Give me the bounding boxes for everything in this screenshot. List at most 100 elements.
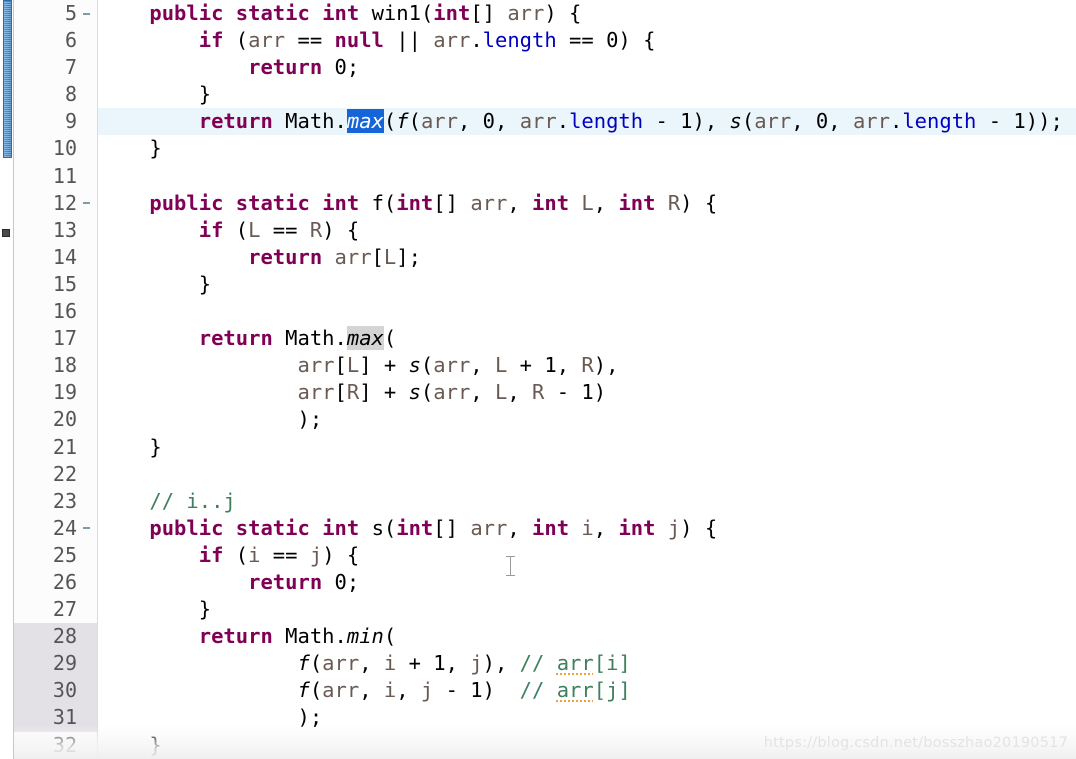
code-line-17[interactable]: return Math.max( (98, 325, 1076, 352)
line-number-gutter[interactable]: 5 6 7 8 9 10 11 12 13 14 15 16 17 18 19 … (14, 0, 98, 759)
token-keyword: if (198, 542, 224, 567)
line-number: 22 (14, 461, 97, 488)
code-line-16[interactable] (98, 298, 1076, 325)
line-number-label: 10 (52, 136, 77, 161)
code-line-19[interactable]: arr[R] + s(arr, L, R - 1) (98, 379, 1076, 406)
token-parameter: i (248, 542, 261, 567)
token-method-name: win1 (371, 1, 421, 25)
token-keyword: if (198, 217, 224, 242)
token-keyword: public (149, 515, 224, 540)
token-parameter: j (420, 678, 434, 703)
code-line-8[interactable]: } (98, 81, 1076, 108)
token-keyword: int (396, 515, 434, 540)
token-method-call: s (408, 353, 421, 378)
token-parameter: R (346, 380, 360, 405)
code-line-11[interactable] (98, 163, 1076, 190)
line-number-label: 22 (52, 461, 77, 486)
token-parameter: i (581, 515, 594, 540)
code-line-24[interactable]: public static int s(int[] arr, int i, in… (98, 515, 1076, 542)
token-keyword: int (618, 515, 656, 540)
token-keyword: return (248, 569, 323, 594)
token-parameter: L (581, 190, 594, 215)
code-line-25[interactable]: if (i == j) { (98, 542, 1076, 569)
token-method-call: s (408, 380, 421, 405)
line-number-label: 12 (52, 190, 77, 215)
code-editor[interactable]: 5 6 7 8 9 10 11 12 13 14 15 16 17 18 19 … (0, 0, 1076, 759)
token-keyword: public (149, 190, 224, 215)
code-line-18[interactable]: arr[L] + s(arr, L + 1, R), (98, 352, 1076, 379)
line-number: 15 (14, 271, 97, 298)
line-number: 24 (14, 515, 97, 542)
line-number: 7 (14, 54, 97, 81)
token-parameter: j (470, 651, 483, 676)
code-line-13[interactable]: if (L == R) { (98, 217, 1076, 244)
annotation-rail[interactable] (0, 0, 14, 759)
code-line-21[interactable]: } (98, 434, 1076, 461)
token-keyword: static (235, 190, 310, 215)
code-line-29[interactable]: f(arr, i + 1, j), // arr[i] (98, 650, 1076, 677)
line-number-label: 21 (52, 434, 77, 459)
code-line-5[interactable]: public static int win1(int[] arr) { (98, 0, 1076, 27)
token-keyword: int (433, 1, 471, 25)
code-line-32[interactable]: } (98, 732, 1076, 759)
line-number-label: 24 (52, 515, 77, 540)
token-field: length (902, 109, 977, 134)
token-parameter: L (494, 380, 508, 405)
token-keyword: static (235, 515, 310, 540)
breakpoint-marker-icon[interactable] (2, 229, 10, 237)
token-keyword: return (198, 624, 273, 649)
line-number: 10 (14, 135, 97, 162)
line-number: 5 (14, 0, 97, 27)
code-text-area[interactable]: public static int win1(int[] arr) { if (… (98, 0, 1076, 759)
fold-collapse-icon[interactable] (83, 527, 90, 530)
token-parameter: arr (248, 28, 286, 53)
code-line-20[interactable]: ); (98, 406, 1076, 433)
line-number: 26 (14, 569, 97, 596)
code-line-23[interactable]: // i..j (98, 488, 1076, 515)
token-keyword: return (198, 109, 273, 134)
line-number-label: 15 (52, 271, 77, 296)
token-parameter: arr (322, 678, 360, 703)
code-line-12[interactable]: public static int f(int[] arr, int L, in… (98, 190, 1076, 217)
token-parameter: arr (433, 353, 471, 378)
code-line-9[interactable]: return Math.max(f(arr, 0, arr.length - 1… (98, 108, 1076, 136)
line-number: 21 (14, 434, 97, 461)
line-number-label: 14 (52, 244, 77, 269)
token-keyword: int (532, 190, 570, 215)
code-line-27[interactable]: } (98, 596, 1076, 623)
code-line-6[interactable]: if (arr == null || arr.length == 0) { (98, 27, 1076, 54)
line-number: 14 (14, 244, 97, 271)
token-parameter: L (383, 244, 397, 269)
code-line-10[interactable]: } (98, 135, 1076, 162)
fold-collapse-icon[interactable] (83, 12, 90, 15)
token-parameter: arr (420, 109, 458, 134)
line-number-label: 31 (52, 705, 77, 730)
token-parameter: arr (433, 380, 471, 405)
line-number-label: 30 (52, 678, 77, 703)
code-line-15[interactable]: } (98, 271, 1076, 298)
code-line-14[interactable]: return arr[L]; (98, 244, 1076, 271)
token-parameter: arr (470, 515, 508, 540)
line-number-label: 29 (52, 651, 77, 676)
code-line-28[interactable]: return Math.min( (98, 623, 1076, 650)
fold-collapse-icon[interactable] (83, 202, 90, 205)
token-keyword: if (198, 28, 224, 53)
selected-token-max[interactable]: max (346, 109, 384, 134)
code-line-22[interactable] (98, 461, 1076, 488)
code-line-31[interactable]: ); (98, 704, 1076, 731)
spellcheck-word: arr (556, 651, 594, 676)
token-keyword: static (235, 1, 310, 25)
token-parameter: R (532, 380, 545, 405)
token-parameter: arr (507, 1, 545, 25)
comment-arr-i: // arr[i] (519, 651, 631, 676)
token-keyword: public (149, 1, 224, 25)
occurrence-token-max[interactable]: max (346, 326, 384, 351)
token-parameter: arr (433, 28, 471, 53)
code-line-26[interactable]: return 0; (98, 569, 1076, 596)
code-line-30[interactable]: f(arr, i, j - 1) // arr[j] (98, 677, 1076, 704)
line-number: 11 (14, 163, 97, 190)
token-parameter: arr (470, 190, 508, 215)
vertical-scrollbar-thumb[interactable] (3, 0, 12, 158)
line-number-label: 13 (52, 217, 77, 242)
code-line-7[interactable]: return 0; (98, 54, 1076, 81)
